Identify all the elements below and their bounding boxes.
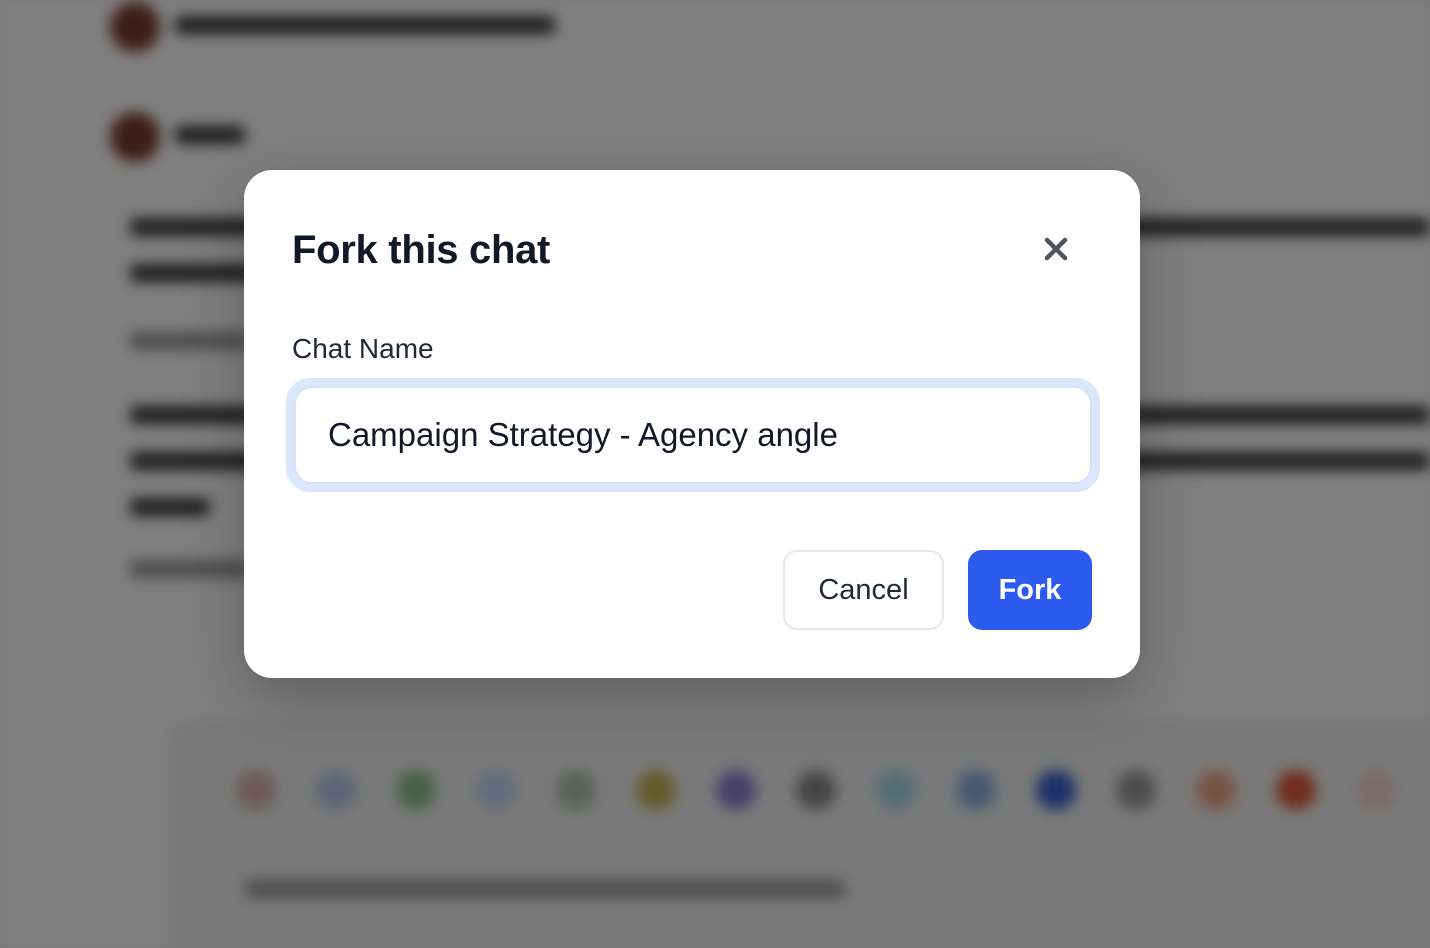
chat-name-label: Chat Name (292, 333, 434, 364)
cancel-button[interactable]: Cancel (783, 550, 944, 630)
fork-chat-dialog: Fork this chat Chat Name Cancel Fork (244, 170, 1140, 678)
fork-button[interactable]: Fork (968, 550, 1092, 630)
chat-name-focus-ring (286, 378, 1100, 492)
dialog-title: Fork this chat (292, 228, 551, 272)
close-icon (1044, 237, 1068, 261)
close-button[interactable] (1040, 226, 1080, 274)
chat-name-input[interactable] (294, 386, 1092, 484)
